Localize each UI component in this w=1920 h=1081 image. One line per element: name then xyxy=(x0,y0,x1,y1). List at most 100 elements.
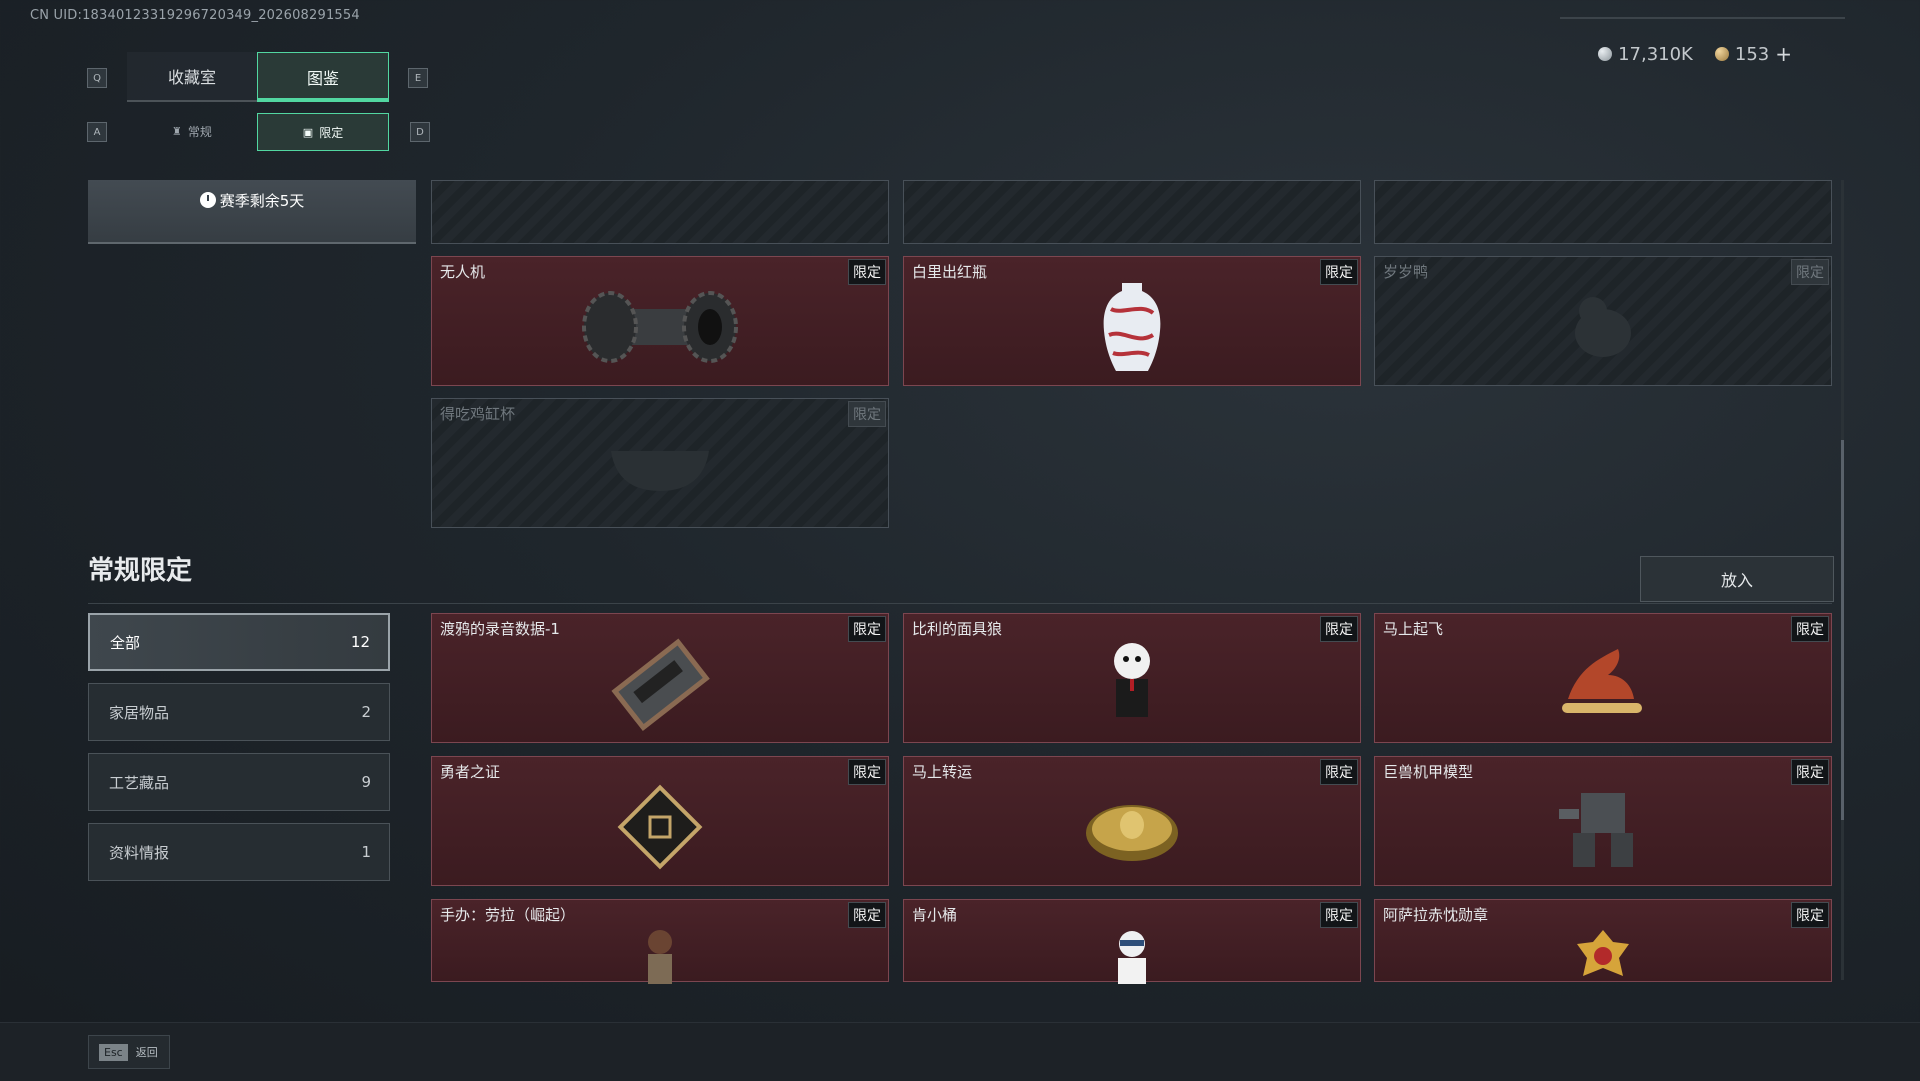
filter-home-items[interactable]: 家居物品 2 xyxy=(88,683,390,741)
filter-craft-collectibles[interactable]: 工艺藏品 9 xyxy=(88,753,390,811)
limited-badge: 限定 xyxy=(1320,902,1358,928)
clock-icon xyxy=(199,192,216,208)
top-decor-line xyxy=(1560,17,1845,19)
puppet-icon xyxy=(1102,639,1162,733)
back-label: 返回 xyxy=(135,1046,158,1059)
card-name: 岁岁鸭 xyxy=(1383,263,1429,281)
drone-icon xyxy=(575,279,745,379)
subtab-limited[interactable]: ▣ 限定 xyxy=(257,113,389,151)
filter-count: 1 xyxy=(361,843,371,861)
gold-amount: 153 xyxy=(1734,43,1770,65)
duck-icon xyxy=(1563,287,1643,371)
limited-badge: 限定 xyxy=(848,902,886,928)
filter-label: 全部 xyxy=(110,633,141,652)
bottom-bar xyxy=(0,1022,1920,1081)
item-card-colonel[interactable]: 肯小桶 限定 xyxy=(903,899,1361,985)
card-name: 无人机 xyxy=(440,263,486,281)
season-timer: 赛季剩余5天 xyxy=(88,180,416,244)
currency-bar: 17,310K 153 + xyxy=(1598,42,1792,66)
card-name: 巨兽机甲模型 xyxy=(1383,763,1474,781)
silver-currency: 17,310K xyxy=(1598,44,1693,65)
filter-intel[interactable]: 资料情报 1 xyxy=(88,823,390,881)
card-name: 手办：劳拉（崛起） xyxy=(440,906,576,924)
limited-badge: 限定 xyxy=(848,616,886,642)
card-name: 勇者之证 xyxy=(440,763,501,781)
tab-collection[interactable]: 收藏室 xyxy=(127,52,257,102)
filter-count: 9 xyxy=(361,773,371,791)
limited-badge: 限定 xyxy=(848,259,886,285)
limited-badge: 限定 xyxy=(848,759,886,785)
limited-badge: 限定 xyxy=(1791,259,1829,285)
card-name: 得吃鸡缸杯 xyxy=(440,405,516,423)
collection-card-vase[interactable]: 白里出红瓶 限定 xyxy=(903,256,1361,386)
limited-badge: 限定 xyxy=(1791,759,1829,785)
season-remaining-label: 赛季剩余5天 xyxy=(219,192,305,210)
card-icon xyxy=(612,779,708,879)
filter-label: 家居物品 xyxy=(109,703,170,722)
back-button[interactable]: Esc 返回 xyxy=(88,1035,170,1069)
section-title: 常规限定 xyxy=(88,556,193,586)
horse-icon xyxy=(1548,639,1658,733)
card-name: 比利的面具狼 xyxy=(912,620,1003,638)
collection-card-partial[interactable] xyxy=(431,180,889,244)
card-name: 马上起飞 xyxy=(1383,620,1444,638)
filter-count: 2 xyxy=(361,703,371,721)
cup-icon xyxy=(605,439,715,503)
colonel-icon xyxy=(1104,928,1160,988)
limited-badge: 限定 xyxy=(1320,616,1358,642)
compass-icon xyxy=(1082,787,1182,871)
item-card-horse[interactable]: 马上起飞 限定 xyxy=(1374,613,1832,743)
cassette-icon xyxy=(610,636,710,736)
collection-card-duck[interactable]: 岁岁鸭 限定 xyxy=(1374,256,1832,386)
section-divider xyxy=(88,603,1832,604)
item-card-cassette[interactable]: 渡鸦的录音数据-1 限定 xyxy=(431,613,889,743)
collection-card-partial[interactable] xyxy=(1374,180,1832,244)
add-currency-button[interactable]: + xyxy=(1775,42,1792,66)
collection-card-drone[interactable]: 无人机 限定 xyxy=(431,256,889,386)
limited-badge: 限定 xyxy=(1320,259,1358,285)
limited-badge: 限定 xyxy=(1791,902,1829,928)
card-name: 白里出红瓶 xyxy=(912,263,988,281)
silver-amount: 17,310K xyxy=(1618,43,1693,65)
scrollbar-thumb[interactable] xyxy=(1841,440,1844,820)
subtab-regular[interactable]: ♜ 常规 xyxy=(127,113,257,149)
item-card-brave-proof[interactable]: 勇者之证 限定 xyxy=(431,756,889,886)
subtab-limited-label: 限定 xyxy=(319,125,344,140)
figure-icon xyxy=(635,928,685,988)
silver-coin-icon xyxy=(1598,47,1613,61)
filter-all[interactable]: 全部 12 xyxy=(88,613,390,671)
collection-card-cup[interactable]: 得吃鸡缸杯 限定 xyxy=(431,398,889,528)
subtab-regular-label: 常规 xyxy=(187,124,212,139)
gold-coin-icon xyxy=(1714,47,1729,61)
vase-icon xyxy=(1097,279,1167,379)
card-name: 马上转运 xyxy=(912,763,973,781)
item-card-medal[interactable]: 阿萨拉赤忱勋章 限定 xyxy=(1374,899,1832,982)
put-in-button[interactable]: 放入 xyxy=(1640,556,1834,602)
card-name: 肯小桶 xyxy=(912,906,958,924)
uid-label: CN UID:18340123319296720349_202608291554 xyxy=(30,8,360,23)
key-hint-q: Q xyxy=(87,68,107,88)
key-hint-a: A xyxy=(87,122,107,142)
key-hint-e: E xyxy=(408,68,428,88)
collection-card-partial[interactable] xyxy=(903,180,1361,244)
item-card-fortune[interactable]: 马上转运 限定 xyxy=(903,756,1361,886)
filter-label: 资料情报 xyxy=(109,843,170,862)
image-icon: ▣ xyxy=(302,125,314,139)
regular-icon: ♜ xyxy=(172,124,182,138)
limited-badge: 限定 xyxy=(1320,759,1358,785)
filter-count: 12 xyxy=(350,633,370,651)
card-name: 渡鸦的录音数据-1 xyxy=(440,620,560,638)
card-name: 阿萨拉赤忱勋章 xyxy=(1383,906,1489,924)
limited-badge: 限定 xyxy=(1791,616,1829,642)
mech-icon xyxy=(1553,779,1653,879)
filter-label: 工艺藏品 xyxy=(109,773,170,792)
key-hint-d: D xyxy=(410,122,430,142)
gold-currency[interactable]: 153 + xyxy=(1714,42,1792,66)
item-card-mech[interactable]: 巨兽机甲模型 限定 xyxy=(1374,756,1832,886)
item-card-figure[interactable]: 手办：劳拉（崛起） 限定 xyxy=(431,899,889,985)
tab-codex[interactable]: 图鉴 xyxy=(257,52,389,102)
medal-icon xyxy=(1573,928,1633,988)
limited-badge: 限定 xyxy=(848,401,886,427)
item-card-puppet[interactable]: 比利的面具狼 限定 xyxy=(903,613,1361,743)
esc-key: Esc xyxy=(99,1043,128,1061)
